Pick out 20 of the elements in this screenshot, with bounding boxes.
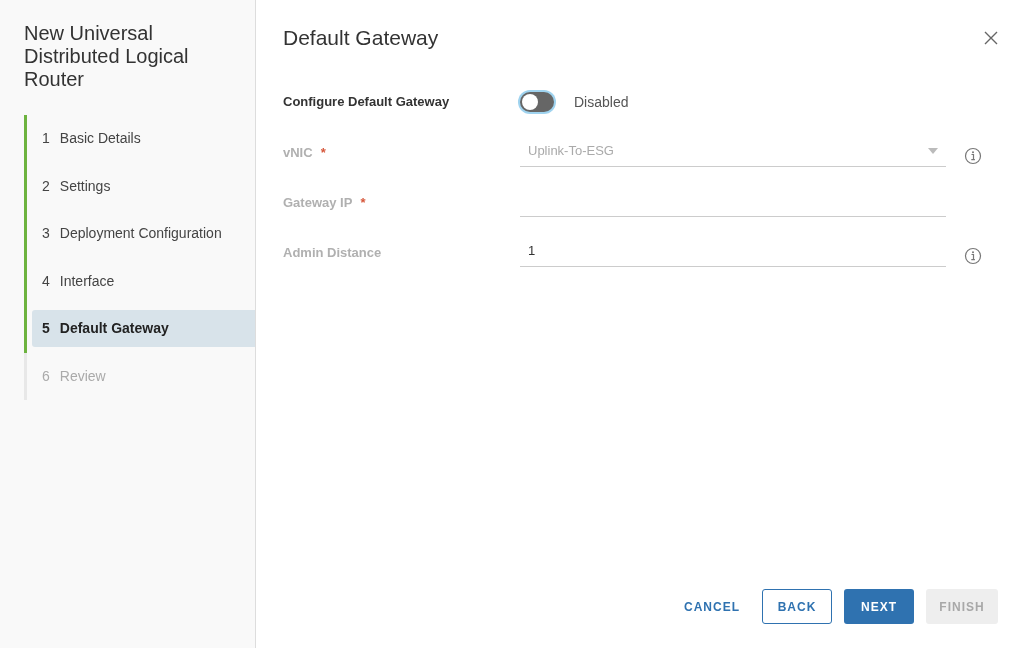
page-title: Default Gateway	[283, 25, 439, 51]
wizard-step[interactable]: 3 Deployment Configuration	[32, 215, 255, 253]
wizard-step[interactable]: 5 Default Gateway	[32, 310, 255, 348]
wizard-step[interactable]: 1 Basic Details	[32, 120, 255, 158]
wizard-button[interactable]: NEXT	[844, 589, 914, 624]
field-label: vNIC *	[283, 143, 520, 167]
required-mark: *	[320, 144, 326, 162]
wizard-button[interactable]: BACK	[762, 589, 832, 624]
caret-icon	[928, 148, 938, 154]
wizard-button[interactable]: CANCEL	[674, 589, 750, 624]
wizard-step[interactable]: 4 Interface	[32, 262, 255, 300]
close-icon[interactable]	[984, 30, 998, 45]
wizard-step[interactable]: 2 Settings	[32, 167, 255, 205]
toggle-switch[interactable]	[520, 92, 554, 112]
toggle-state: Disabled	[574, 92, 629, 112]
required-mark: *	[360, 194, 366, 212]
field-label: Gateway IP *	[283, 193, 520, 217]
toggle-label: Configure Default Gateway	[283, 93, 451, 112]
wizard-title: New Universal Distributed Logical Router	[23, 22, 190, 91]
field-label: Admin Distance	[283, 244, 383, 262]
